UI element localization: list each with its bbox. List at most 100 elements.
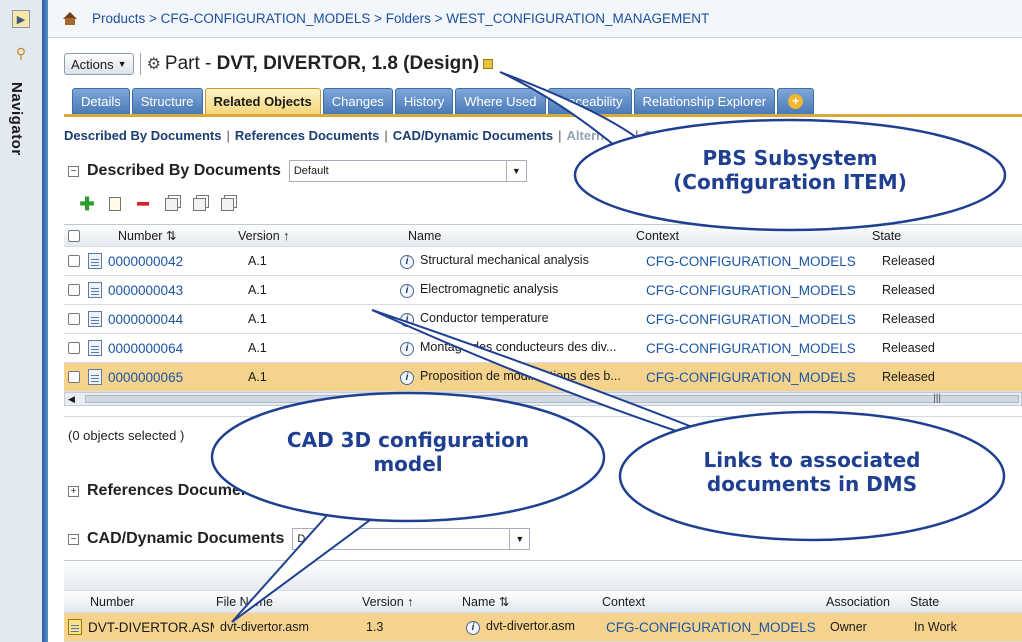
document-context-link[interactable]: CFG-CONFIGURATION_MODELS xyxy=(640,341,876,356)
plus-icon: + xyxy=(788,94,804,109)
scroll-left-icon[interactable]: ◀ xyxy=(68,394,75,405)
table-row[interactable]: 0000000043 A.1 i Electromagnetic analysis CF… xyxy=(64,276,1022,305)
actions-label: Actions xyxy=(71,56,114,72)
navigator-label[interactable]: Navigator xyxy=(8,82,25,156)
column-context[interactable]: Context xyxy=(596,595,820,609)
paste-icon[interactable] xyxy=(190,196,208,212)
horizontal-scrollbar[interactable]: ◀ ||| xyxy=(64,392,1022,406)
tab-details[interactable]: Details xyxy=(72,88,130,114)
paste-special-icon[interactable] xyxy=(218,196,236,212)
link-described-by-documents[interactable]: Described By Documents xyxy=(64,128,222,143)
expand-navigator-icon[interactable]: ▶ xyxy=(12,10,30,28)
column-association[interactable]: Association xyxy=(820,595,904,609)
column-number[interactable]: Number xyxy=(64,595,210,609)
row-checkbox[interactable] xyxy=(68,313,80,325)
section-title: Described By Documents xyxy=(87,162,281,179)
tab-bar: Details Structure Related Objects Change… xyxy=(72,88,815,114)
header-separator xyxy=(139,53,141,75)
actions-button[interactable]: Actions ▼ xyxy=(64,53,134,75)
row-checkbox[interactable] xyxy=(68,342,80,354)
add-tab-button[interactable]: + xyxy=(777,88,815,114)
document-number-link[interactable]: 0000000065 xyxy=(102,370,242,385)
document-number-link[interactable]: 0000000064 xyxy=(102,341,242,356)
document-icon xyxy=(88,369,102,385)
table-row[interactable]: 0000000042 A.1 i Structural mechanical anal… xyxy=(64,247,1022,276)
document-context-link[interactable]: CFG-CONFIGURATION_MODELS xyxy=(640,283,876,298)
view-select[interactable]: Default ▼ xyxy=(272,480,511,502)
copy-icon[interactable] xyxy=(162,196,180,212)
cad-file-name: dvt-divertor.asm xyxy=(220,620,309,634)
scroll-thumb[interactable] xyxy=(85,395,1019,403)
document-version: A.1 xyxy=(248,254,267,268)
home-icon[interactable] xyxy=(62,11,78,26)
cad-number-link[interactable]: DVT-DIVERTOR.ASM xyxy=(82,620,214,635)
info-icon[interactable]: i xyxy=(400,284,414,298)
document-context-link[interactable]: CFG-CONFIGURATION_MODELS xyxy=(640,370,876,385)
row-checkbox[interactable] xyxy=(68,371,80,383)
remove-icon[interactable]: ━ xyxy=(134,194,152,214)
search-icon[interactable]: ⚲ xyxy=(12,44,30,62)
view-select[interactable]: Default ▼ xyxy=(288,160,527,182)
tab-where-used[interactable]: Where Used xyxy=(455,88,546,114)
row-checkbox[interactable] xyxy=(68,255,80,267)
object-type: Part - xyxy=(164,53,217,74)
link-cad-dynamic-documents[interactable]: CAD/Dynamic Documents xyxy=(393,128,553,143)
link-references-documents[interactable]: References Documents xyxy=(235,128,380,143)
select-all-checkbox[interactable] xyxy=(68,229,80,242)
view-select-value: Default xyxy=(277,485,313,497)
chevron-down-icon: ▼ xyxy=(489,481,510,501)
table-row[interactable]: 0000000064 A.1 i Montage des conducteurs de… xyxy=(64,334,1022,363)
column-context[interactable]: Context xyxy=(630,229,866,243)
table-row[interactable]: 0000000065 A.1 i Proposition de modificatio… xyxy=(64,363,1022,392)
tab-history[interactable]: History xyxy=(394,88,454,114)
column-version[interactable]: Version ↑ xyxy=(356,595,456,609)
column-file-name[interactable]: File Name xyxy=(210,595,356,609)
info-icon[interactable]: i xyxy=(400,255,414,269)
related-objects-links: Described By Documents | References Docum… xyxy=(64,128,715,143)
table-row[interactable]: 0000000044 A.1 i Conductor temperature CFG-C… xyxy=(64,305,1022,334)
document-context-link[interactable]: CFG-CONFIGURATION_MODELS xyxy=(640,254,876,269)
cad-version: 1.3 xyxy=(366,620,384,634)
collapse-icon[interactable]: − xyxy=(68,165,79,177)
column-version[interactable]: Version ↑ xyxy=(232,229,378,243)
link-substitutes[interactable]: Substitutes xyxy=(644,128,715,143)
document-icon xyxy=(88,253,102,269)
info-icon[interactable]: i xyxy=(466,621,480,635)
document-number-link[interactable]: 0000000044 xyxy=(102,312,242,327)
chevron-down-icon: ▼ xyxy=(117,59,127,69)
tab-traceability[interactable]: Traceability xyxy=(547,88,632,114)
table-row[interactable]: DVT-DIVERTOR.ASM dvt-divertor.asm 1.3 i dvt-… xyxy=(64,613,1022,642)
document-version: A.1 xyxy=(248,370,267,384)
link-alternates[interactable]: Alternates xyxy=(567,128,631,143)
cad-context-link[interactable]: CFG-CONFIGURATION_MODELS xyxy=(600,620,824,635)
tab-related-objects[interactable]: Related Objects xyxy=(204,88,321,114)
collapse-icon[interactable]: − xyxy=(68,533,79,545)
view-select[interactable]: Default ▼ xyxy=(292,528,531,550)
tab-relationship-explorer[interactable]: Relationship Explorer xyxy=(633,88,776,114)
column-number[interactable]: Number ⇅ xyxy=(80,228,232,243)
add-icon[interactable]: ✚ xyxy=(78,194,96,214)
column-state[interactable]: State xyxy=(866,229,956,243)
document-state: Released xyxy=(882,254,935,268)
tab-changes[interactable]: Changes xyxy=(322,88,393,114)
column-name[interactable]: Name ⇅ xyxy=(456,594,596,609)
document-state: Released xyxy=(882,283,935,297)
table-body: DVT-DIVERTOR.ASM dvt-divertor.asm 1.3 i dvt-… xyxy=(64,613,1022,642)
row-checkbox[interactable] xyxy=(68,284,80,296)
links-callout-text: Links to associated documents in DMS xyxy=(703,448,921,496)
document-number-link[interactable]: 0000000042 xyxy=(102,254,242,269)
breadcrumb-path[interactable]: Products > CFG-CONFIGURATION_MODELS > Fo… xyxy=(92,11,709,26)
expand-icon[interactable]: + xyxy=(68,485,79,497)
info-icon[interactable]: i xyxy=(400,342,414,356)
column-state[interactable]: State xyxy=(904,595,964,609)
new-document-icon[interactable] xyxy=(106,196,124,212)
document-context-link[interactable]: CFG-CONFIGURATION_MODELS xyxy=(640,312,876,327)
info-icon[interactable]: i xyxy=(400,371,414,385)
document-name: i Structural mechanical analysis xyxy=(388,253,640,269)
info-icon[interactable]: i xyxy=(400,313,414,327)
document-state: Released xyxy=(882,312,935,326)
document-number-link[interactable]: 0000000043 xyxy=(102,283,242,298)
cad-association: Owner xyxy=(830,620,867,634)
column-name[interactable]: Name xyxy=(402,229,630,243)
tab-structure[interactable]: Structure xyxy=(131,88,203,114)
